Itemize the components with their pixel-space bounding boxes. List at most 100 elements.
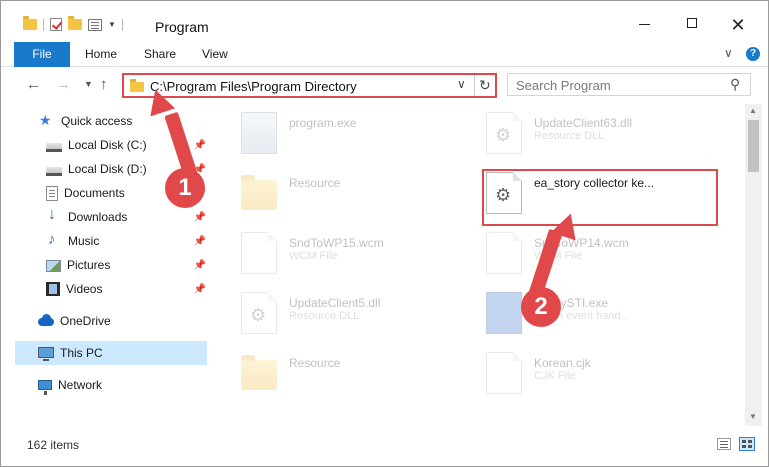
- back-arrow-icon[interactable]: ←: [26, 76, 41, 93]
- forward-arrow-icon[interactable]: →: [56, 76, 71, 93]
- tab-share[interactable]: Share: [144, 47, 176, 61]
- minimize-button[interactable]: [629, 13, 659, 37]
- sidebar-item-label: Videos: [66, 282, 103, 296]
- folder-icon: [241, 175, 277, 210]
- quick-access-toolbar: ▼: [23, 16, 123, 31]
- file-name: Resource: [289, 176, 341, 190]
- file-name: UpdateClient5.dll: [289, 296, 381, 310]
- exe-icon: [241, 112, 277, 154]
- tab-home[interactable]: Home: [85, 47, 117, 61]
- separator: [121, 18, 123, 31]
- dll-icon: [486, 112, 522, 154]
- maximize-button[interactable]: [677, 13, 707, 37]
- sidebar-item-label: This PC: [60, 346, 103, 360]
- separator: [43, 18, 44, 31]
- file-item[interactable]: SndToWP15.wcm WCM File: [241, 228, 471, 286]
- file-name: program.exe: [289, 116, 357, 130]
- sidebar-item-videos[interactable]: Videos 📌: [46, 277, 206, 301]
- sidebar-item-label: Pictures: [67, 258, 111, 272]
- file-icon: [241, 232, 277, 274]
- file-item[interactable]: program.exe: [241, 108, 471, 166]
- file-type: Resource DLL: [534, 130, 605, 142]
- file-name: UpdateClient63.dll: [534, 116, 633, 130]
- file-type: Resource DLL: [289, 310, 360, 322]
- sidebar-item-music[interactable]: Music 📌: [46, 229, 206, 253]
- star-icon: [39, 112, 55, 129]
- title-bar: ▼ Program ✕: [1, 1, 768, 39]
- search-placeholder: Search Program: [516, 78, 611, 93]
- customize-toolbar-icon[interactable]: [88, 18, 102, 31]
- file-list: program.exe UpdateClient63.dll Resource …: [211, 104, 745, 426]
- folder-icon[interactable]: [23, 16, 37, 30]
- address-path[interactable]: C:\Program Files\Program Directory: [150, 79, 357, 94]
- file-name: Korean.cjk: [534, 356, 591, 370]
- dll-icon: [241, 292, 277, 334]
- help-icon[interactable]: ?: [746, 47, 760, 61]
- file-item[interactable]: Korean.cjk CJK File: [486, 348, 716, 406]
- tab-view[interactable]: View: [202, 47, 228, 61]
- pin-icon[interactable]: 📌: [194, 284, 206, 295]
- sidebar-item-label: Music: [68, 234, 100, 248]
- details-view-icon[interactable]: [717, 438, 731, 450]
- sidebar-item-label: Local Disk (D:): [68, 162, 147, 176]
- sidebar-item-label: Documents: [64, 186, 125, 200]
- window-title: Program: [155, 19, 209, 35]
- sidebar-item-label: Network: [58, 378, 103, 392]
- chevron-down-icon[interactable]: ▼: [108, 20, 116, 29]
- close-button[interactable]: ✕: [723, 13, 753, 37]
- scroll-down-icon[interactable]: ▼: [749, 412, 757, 421]
- step-badge-1: 1: [165, 168, 205, 208]
- file-item[interactable]: SndToWP14.wcm WCM File: [486, 228, 716, 286]
- properties-check-icon[interactable]: [50, 18, 62, 31]
- tab-file[interactable]: File: [14, 42, 70, 67]
- file-item[interactable]: UpdateClient63.dll Resource DLL: [486, 108, 716, 166]
- file-item[interactable]: Resource: [241, 348, 471, 406]
- item-count: 162 items: [27, 438, 80, 452]
- up-arrow-icon[interactable]: ↑: [100, 76, 108, 93]
- sidebar-item-this-pc[interactable]: This PC: [15, 341, 207, 365]
- sidebar-item-label: Local Disk (C:): [68, 138, 147, 152]
- expand-ribbon-icon[interactable]: ∨: [724, 46, 733, 60]
- chevron-down-icon[interactable]: ∨: [457, 77, 466, 91]
- network-icon: [38, 380, 52, 395]
- pin-icon[interactable]: 📌: [194, 236, 206, 247]
- file-name: SndToWP15.wcm: [289, 236, 384, 250]
- new-folder-icon[interactable]: [68, 16, 82, 30]
- file-item[interactable]: EasyySTI.exe HT sh event hand...: [486, 288, 716, 346]
- drive-icon: [46, 166, 62, 176]
- highlight-box: [482, 169, 718, 226]
- address-bar[interactable]: C:\Program Files\Program Directory ∨ ↻: [122, 73, 497, 98]
- music-icon: [46, 231, 62, 249]
- file-name: Resource: [289, 356, 341, 370]
- computer-icon: [38, 346, 54, 361]
- search-icon[interactable]: ⚲: [730, 76, 740, 93]
- recent-locations-icon[interactable]: ▼: [84, 79, 93, 89]
- download-icon: [46, 206, 62, 225]
- minimize-icon: [638, 24, 650, 26]
- pin-icon[interactable]: 📌: [194, 140, 206, 151]
- scroll-up-icon[interactable]: ▲: [749, 106, 757, 115]
- sidebar-item-pictures[interactable]: Pictures 📌: [46, 253, 206, 277]
- refresh-icon[interactable]: ↻: [479, 77, 491, 94]
- file-item[interactable]: Resource: [241, 168, 471, 226]
- file-icon: [486, 232, 522, 274]
- file-explorer-window: ▼ Program ✕ File Home Share View ∨ ? ← →…: [0, 0, 769, 467]
- pin-icon[interactable]: 📌: [194, 212, 206, 223]
- vertical-scrollbar[interactable]: ▲ ▼: [745, 104, 762, 426]
- file-type: WCM File: [289, 250, 338, 262]
- sidebar-item-onedrive[interactable]: OneDrive: [38, 309, 198, 333]
- file-item[interactable]: UpdateClient5.dll Resource DLL: [241, 288, 471, 346]
- sidebar-item-label: Quick access: [61, 114, 133, 128]
- divider: [474, 75, 475, 96]
- scrollbar-thumb[interactable]: [748, 120, 759, 172]
- sidebar-item-label: OneDrive: [60, 314, 111, 328]
- drive-icon: [46, 142, 62, 152]
- maximize-icon: [687, 18, 697, 29]
- sidebar-item-downloads[interactable]: Downloads 📌: [46, 205, 206, 229]
- sidebar-item-network[interactable]: Network: [38, 373, 198, 397]
- documents-icon: [46, 185, 58, 201]
- search-input[interactable]: Search Program ⚲: [507, 73, 751, 96]
- large-icons-view-icon[interactable]: [739, 437, 755, 451]
- folder-icon: [241, 355, 277, 390]
- pin-icon[interactable]: 📌: [194, 260, 206, 271]
